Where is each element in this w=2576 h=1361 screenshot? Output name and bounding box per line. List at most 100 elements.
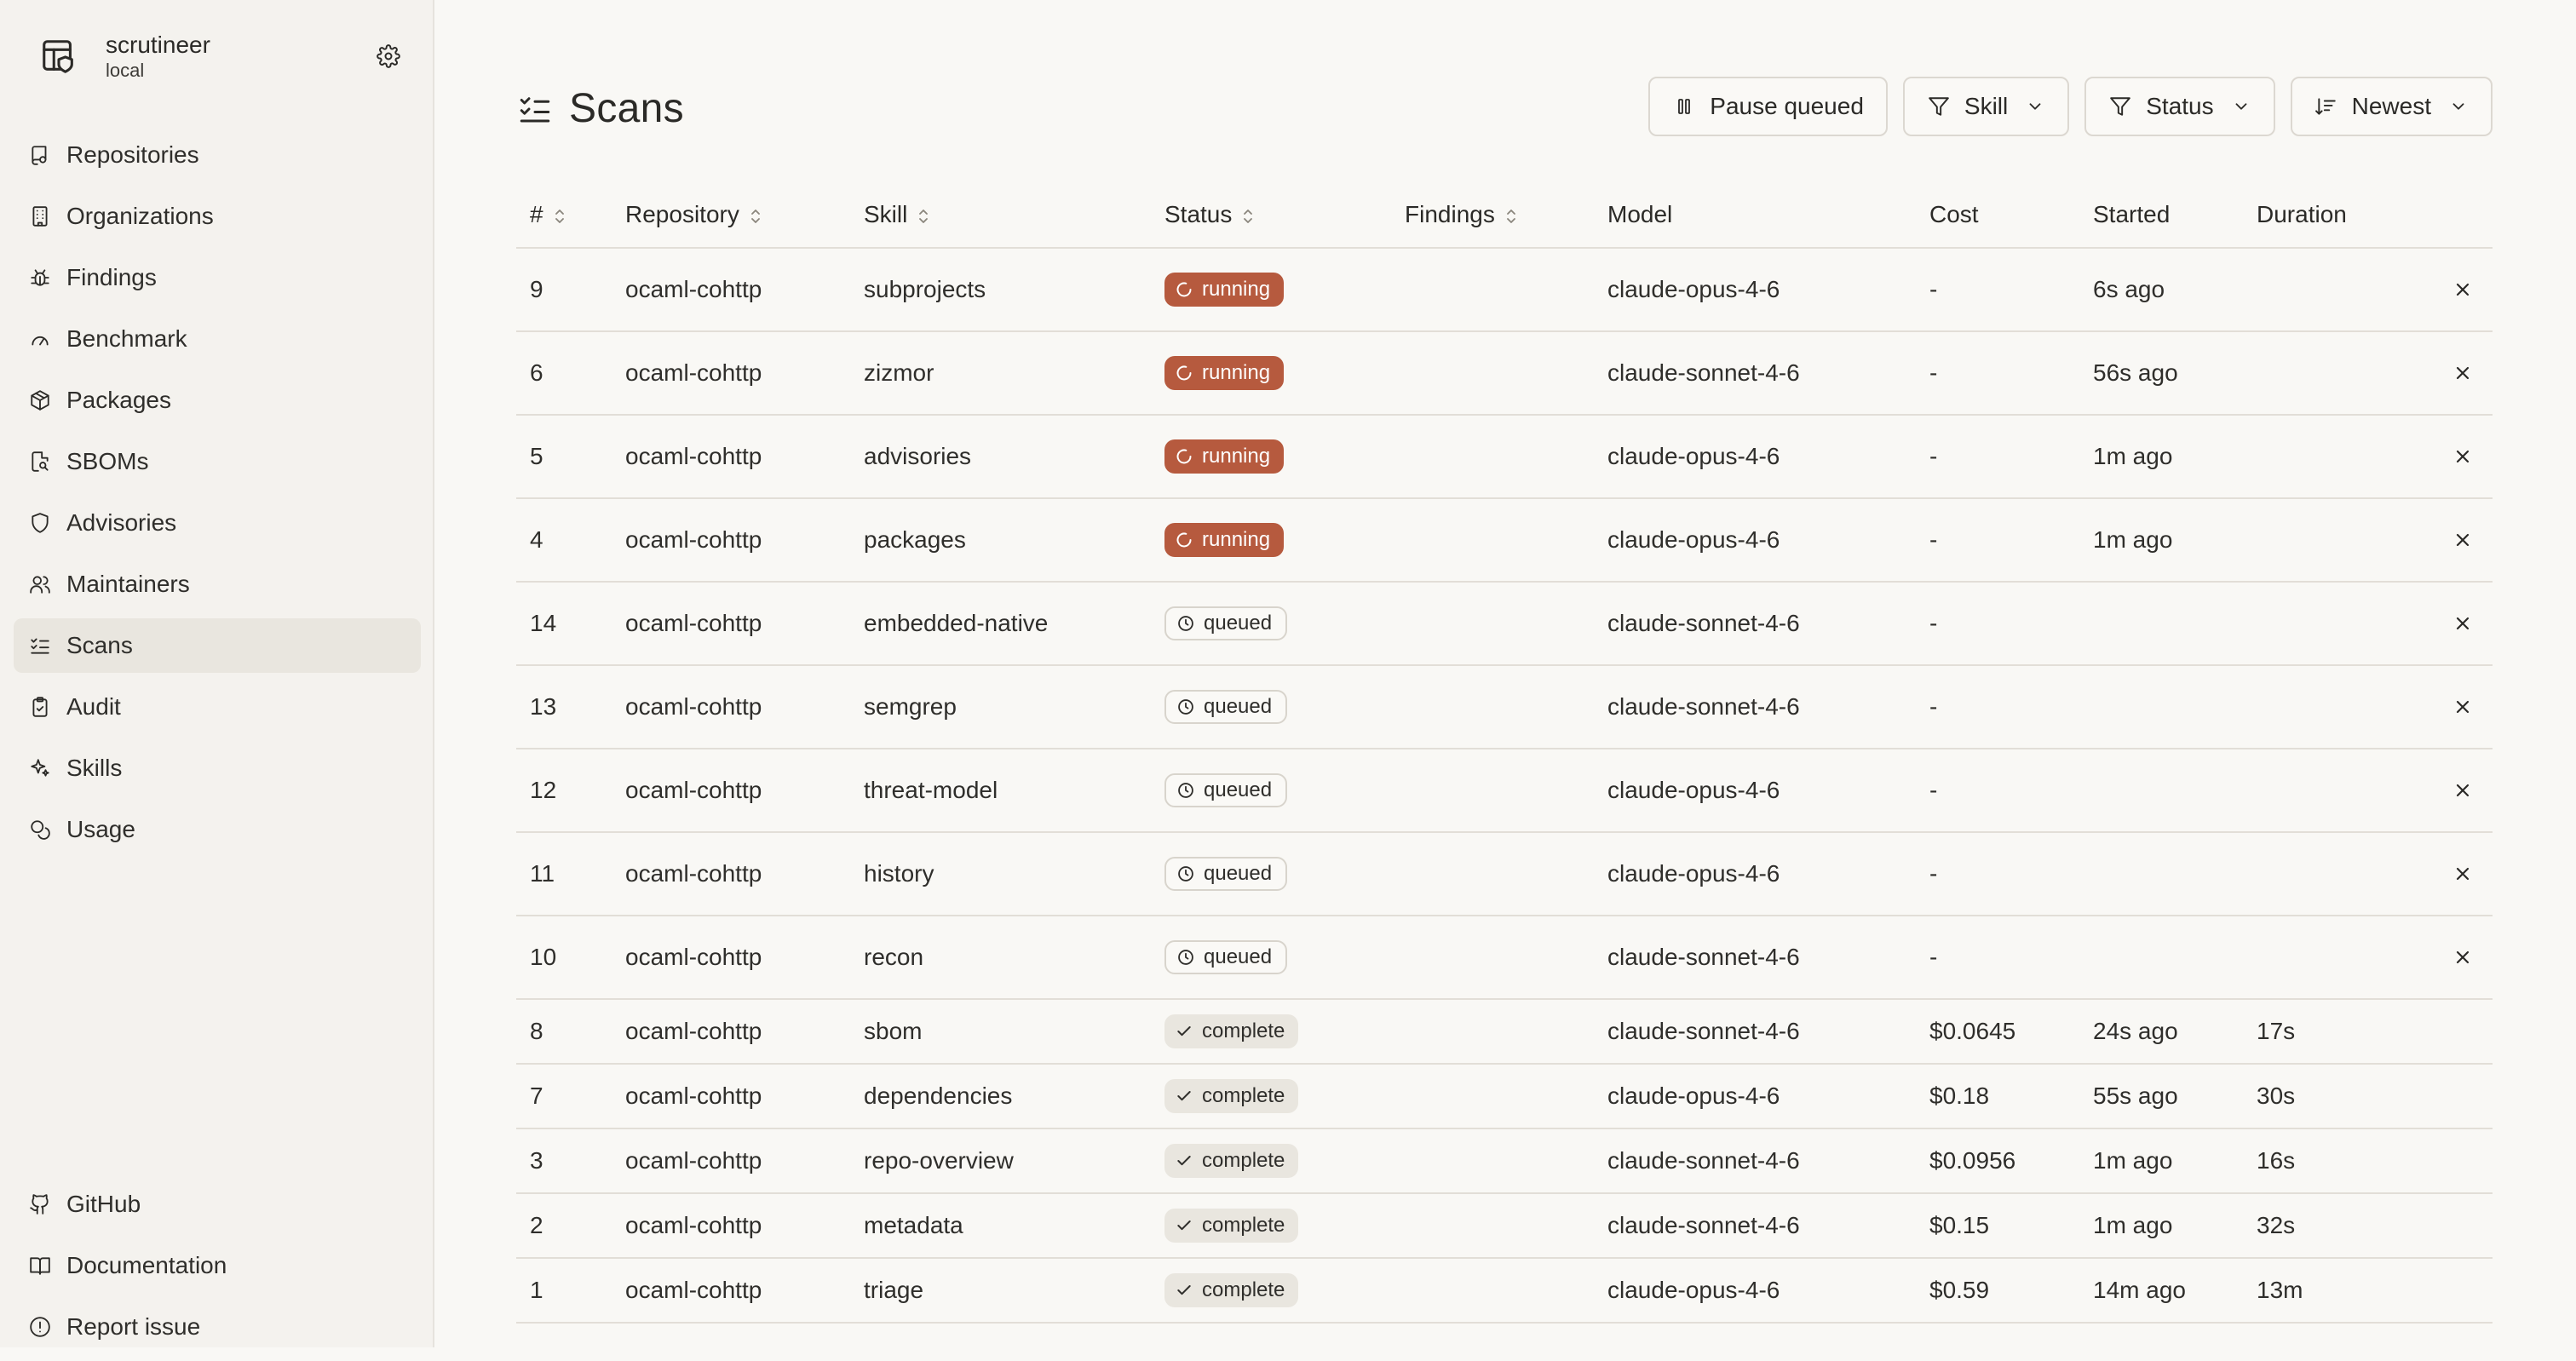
pause-queued-button[interactable]: Pause queued: [1648, 77, 1888, 136]
sidebar-item-scans[interactable]: Scans: [14, 618, 421, 673]
sidebar-item-audit[interactable]: Audit: [14, 680, 421, 734]
brand-subtitle: local: [106, 60, 145, 81]
table-row[interactable]: 11 ocaml-cohttp history queued claude-opus-4…: [516, 832, 2493, 916]
filter-icon: [1927, 95, 1951, 118]
sidebar-item-packages[interactable]: Packages: [14, 373, 421, 428]
table-row[interactable]: 1 ocaml-cohttp triage complete claude-opus-4…: [516, 1258, 2493, 1324]
sort-order-button[interactable]: Newest: [2290, 77, 2493, 136]
cell-status: queued: [1151, 665, 1391, 749]
table-row[interactable]: 4 ocaml-cohttp packages running claude-opus-…: [516, 498, 2493, 583]
cell-skill: subprojects: [850, 248, 1151, 332]
status-badge: running: [1164, 273, 1285, 307]
cell-started: 1m ago: [2079, 1128, 2243, 1194]
column-header-label: Status: [1164, 201, 1233, 227]
table-row[interactable]: 13 ocaml-cohttp semgrep queued claude-sonnet…: [516, 665, 2493, 749]
table-header-row: # Repository Skill Status Findings Model…: [516, 182, 2493, 249]
cell-status: complete: [1151, 1064, 1391, 1129]
cell-started: 14m ago: [2079, 1258, 2243, 1324]
cell-started: 1m ago: [2079, 498, 2243, 583]
status-badge: queued: [1164, 690, 1288, 724]
cancel-scan-close-icon[interactable]: [2450, 277, 2475, 302]
sidebar-link-github[interactable]: GitHub: [14, 1177, 421, 1232]
table-row[interactable]: 2 ocaml-cohttp metadata complete claude-sonn…: [516, 1193, 2493, 1259]
sidebar-item-repositories[interactable]: Repositories: [14, 128, 421, 182]
skill-filter-button[interactable]: Skill: [1902, 77, 2070, 136]
cell-repo: ocaml-cohttp: [612, 1128, 850, 1194]
cancel-scan-close-icon[interactable]: [2450, 694, 2475, 720]
cell-id: 12: [516, 749, 612, 833]
sort-arrows-icon: [1504, 207, 1519, 226]
table-row[interactable]: 10 ocaml-cohttp recon queued claude-sonnet-4…: [516, 916, 2493, 1000]
column-header-repository[interactable]: Repository: [612, 182, 850, 249]
cell-skill: metadata: [850, 1193, 1151, 1259]
cell-duration: 13m: [2243, 1258, 2493, 1324]
cell-findings: [1391, 999, 1594, 1065]
settings-gear-icon[interactable]: [373, 41, 404, 72]
github-icon: [27, 1192, 53, 1217]
cell-model: claude-opus-4-6: [1594, 498, 1916, 583]
table-row[interactable]: 6 ocaml-cohttp zizmor running claude-sonnet-…: [516, 331, 2493, 416]
cell-model: claude-opus-4-6: [1594, 749, 1916, 833]
column-header-id[interactable]: #: [516, 182, 612, 249]
status-label: complete: [1202, 1278, 1285, 1301]
cell-findings: [1391, 1064, 1594, 1129]
table-row[interactable]: 5 ocaml-cohttp advisories running claude-opu…: [516, 415, 2493, 499]
chevron-down-icon: [2231, 96, 2251, 117]
cell-repo: ocaml-cohttp: [612, 665, 850, 749]
users-icon: [27, 571, 53, 597]
cell-skill: embedded-native: [850, 582, 1151, 666]
column-header-status[interactable]: Status: [1151, 182, 1391, 249]
cell-cost: -: [1916, 665, 2079, 749]
status-label: running: [1202, 361, 1271, 384]
cancel-scan-close-icon[interactable]: [2450, 778, 2475, 803]
cancel-scan-close-icon[interactable]: [2450, 527, 2475, 553]
cell-status: running: [1151, 248, 1391, 332]
scans-table-body: 9 ocaml-cohttp subprojects running claude-op…: [516, 248, 2493, 1324]
status-filter-button[interactable]: Status: [2084, 77, 2275, 136]
table-row[interactable]: 3 ocaml-cohttp repo-overview complete claude…: [516, 1128, 2493, 1194]
sidebar-item-organizations[interactable]: Organizations: [14, 189, 421, 244]
sidebar-item-label: Audit: [66, 693, 121, 720]
status-label: running: [1202, 445, 1271, 468]
column-header-label: Cost: [1929, 201, 1979, 227]
table-row[interactable]: 12 ocaml-cohttp threat-model queued claude-o…: [516, 749, 2493, 833]
building-icon: [27, 204, 53, 229]
cell-duration: [2243, 582, 2493, 666]
sidebar-item-benchmark[interactable]: Benchmark: [14, 312, 421, 366]
cancel-scan-close-icon[interactable]: [2450, 444, 2475, 469]
duration-value: 17s: [2257, 1018, 2296, 1044]
status-badge: complete: [1164, 1014, 1299, 1048]
sidebar-link-documentation[interactable]: Documentation: [14, 1238, 421, 1293]
cancel-scan-close-icon[interactable]: [2450, 611, 2475, 636]
cell-repo: ocaml-cohttp: [612, 582, 850, 666]
sidebar-item-label: Findings: [66, 264, 157, 290]
table-row[interactable]: 8 ocaml-cohttp sbom complete claude-sonnet-4…: [516, 999, 2493, 1065]
sidebar-item-maintainers[interactable]: Maintainers: [14, 557, 421, 612]
sidebar-item-advisories[interactable]: Advisories: [14, 496, 421, 550]
cancel-scan-close-icon[interactable]: [2450, 861, 2475, 887]
check-icon: [1175, 1022, 1193, 1041]
cancel-scan-close-icon[interactable]: [2450, 360, 2475, 386]
cell-findings: [1391, 665, 1594, 749]
table-row[interactable]: 7 ocaml-cohttp dependencies complete claude-…: [516, 1064, 2493, 1129]
sidebar-item-findings[interactable]: Findings: [14, 250, 421, 305]
table-row[interactable]: 9 ocaml-cohttp subprojects running claude-op…: [516, 248, 2493, 332]
cancel-scan-close-icon[interactable]: [2450, 945, 2475, 970]
cell-id: 11: [516, 832, 612, 916]
cell-repo: ocaml-cohttp: [612, 832, 850, 916]
cell-duration: 30s: [2243, 1064, 2493, 1129]
sidebar-item-label: Scans: [66, 632, 133, 658]
check-icon: [1175, 1216, 1193, 1235]
sidebar-item-sboms[interactable]: SBOMs: [14, 434, 421, 489]
sidebar-item-skills[interactable]: Skills: [14, 741, 421, 795]
sidebar-item-usage[interactable]: Usage: [14, 802, 421, 857]
table-row[interactable]: 14 ocaml-cohttp embedded-native queued claud…: [516, 582, 2493, 666]
sidebar-item-label: Maintainers: [66, 571, 190, 597]
cell-id: 4: [516, 498, 612, 583]
cell-status: complete: [1151, 1258, 1391, 1324]
column-header-skill[interactable]: Skill: [850, 182, 1151, 249]
sidebar-link-report-issue[interactable]: Report issue: [14, 1300, 421, 1354]
column-header-cost: Cost: [1916, 182, 2079, 249]
cell-model: claude-sonnet-4-6: [1594, 999, 1916, 1065]
column-header-findings[interactable]: Findings: [1391, 182, 1594, 249]
